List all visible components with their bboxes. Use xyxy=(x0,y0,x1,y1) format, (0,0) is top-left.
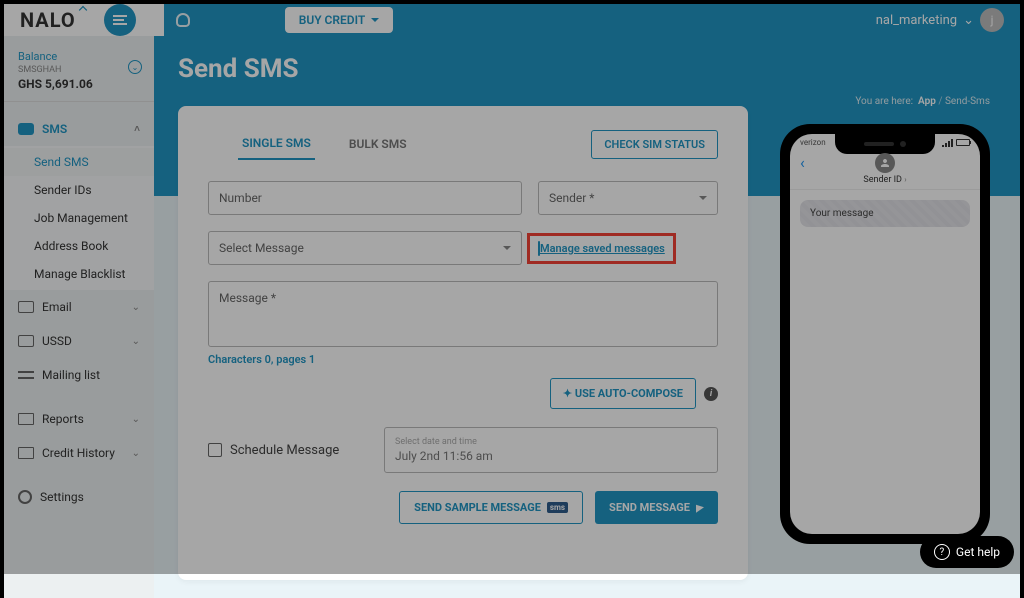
mail-icon xyxy=(18,301,34,313)
user-name: nal_marketing xyxy=(876,13,957,28)
sidebar-toggle-icon[interactable] xyxy=(104,4,136,36)
info-icon[interactable]: i xyxy=(704,387,718,401)
nav-address-book[interactable]: Address Book xyxy=(4,232,154,260)
chevron-up-icon: ˄ xyxy=(134,124,140,135)
balance-account: SMSGHAH xyxy=(18,65,140,75)
chevron-down-icon: ⌄ xyxy=(963,13,974,28)
chevron-right-icon: › xyxy=(904,175,906,184)
balance-widget: Balance SMSGHAH GHS 5,691.06 ⌄ xyxy=(4,46,154,102)
get-help-button[interactable]: ? Get help xyxy=(920,536,1014,568)
nav-sms-label: SMS xyxy=(42,122,67,136)
chevron-down-icon xyxy=(371,18,379,22)
phone-carrier: verizon xyxy=(800,138,826,147)
chat-icon xyxy=(18,123,34,135)
char-counter: Characters 0, pages 1 xyxy=(208,353,718,366)
nav-ussd-label: USSD xyxy=(42,334,72,348)
nav-send-sms[interactable]: Send SMS xyxy=(4,148,154,176)
page-title: Send SMS xyxy=(178,54,996,84)
check-sim-status-button[interactable]: CHECK SIM STATUS xyxy=(591,130,718,159)
schedule-checkbox[interactable] xyxy=(208,443,222,457)
chevron-down-icon: ⌄ xyxy=(132,302,140,313)
buy-credit-button[interactable]: BUY CREDIT xyxy=(285,7,394,33)
manage-saved-messages-link[interactable]: Manage saved messages xyxy=(540,242,665,255)
send-icon xyxy=(696,503,704,512)
brand-logo: NALO xyxy=(20,8,92,32)
gear-icon xyxy=(18,490,32,504)
nav-ussd[interactable]: USSD ⌄ xyxy=(4,324,154,358)
schedule-label: Schedule Message xyxy=(230,443,339,458)
breadcrumb: You are here: App / Send-Sms xyxy=(855,96,990,107)
select-message-dropdown[interactable]: Select Message xyxy=(208,231,522,265)
nav-settings-label: Settings xyxy=(40,490,84,504)
breadcrumb-leaf: Send-Sms xyxy=(945,96,990,107)
breadcrumb-app[interactable]: App xyxy=(918,96,936,107)
nav-reports[interactable]: Reports ⌄ xyxy=(4,402,154,436)
ussd-icon xyxy=(18,335,34,347)
nav-email[interactable]: Email ⌄ xyxy=(4,290,154,324)
phone-sender-label: Sender ID › xyxy=(790,175,980,185)
balance-label: Balance xyxy=(18,50,140,63)
history-icon xyxy=(18,447,34,459)
send-message-button[interactable]: SEND MESSAGE xyxy=(595,491,718,524)
send-sample-button[interactable]: SEND SAMPLE MESSAGE sms xyxy=(399,491,583,524)
brand-name: NALO xyxy=(20,8,76,32)
phone-header: ‹ Sender ID › xyxy=(790,147,980,190)
user-avatar: j xyxy=(980,8,1004,32)
sidebar: Balance SMSGHAH GHS 5,691.06 ⌄ SMS ˄ Sen… xyxy=(4,36,154,598)
sender-select[interactable]: Sender * xyxy=(538,181,718,215)
sms-badge-icon: sms xyxy=(547,502,568,513)
fullscreen-icon[interactable] xyxy=(148,12,164,28)
buy-credit-label: BUY CREDIT xyxy=(299,13,366,27)
list-icon xyxy=(18,371,34,379)
chevron-down-icon: ⌄ xyxy=(132,414,140,425)
balance-expand-icon[interactable]: ⌄ xyxy=(128,60,142,74)
phone-avatar-icon xyxy=(875,153,895,173)
tabs: SINGLE SMS BULK SMS CHECK SIM STATUS xyxy=(238,128,718,161)
sms-form-card: SINGLE SMS BULK SMS CHECK SIM STATUS Num… xyxy=(178,106,748,580)
tab-bulk-sms[interactable]: BULK SMS xyxy=(345,129,411,159)
signal-icon xyxy=(942,139,953,147)
schedule-datetime-input[interactable]: Select date and time July 2nd 11:56 am xyxy=(384,427,718,473)
phone-message-bubble: Your message xyxy=(800,200,970,227)
battery-icon xyxy=(956,139,970,146)
help-icon: ? xyxy=(934,544,950,560)
content-area: Send SMS You are here: App / Send-Sms SI… xyxy=(154,36,1020,598)
topbar: NALO BUY CREDIT nal_marketing ⌄ j xyxy=(4,4,1020,36)
auto-compose-button[interactable]: ✦ USE AUTO-COMPOSE xyxy=(550,378,696,409)
nav-email-label: Email xyxy=(42,300,72,314)
message-textarea[interactable]: Message * xyxy=(208,281,718,347)
chevron-down-icon: ⌄ xyxy=(132,336,140,347)
schedule-checkbox-wrap[interactable]: Schedule Message xyxy=(208,443,368,458)
nav-credit-label: Credit History xyxy=(42,446,115,460)
nav-mailing-list[interactable]: Mailing list xyxy=(4,358,154,392)
user-menu[interactable]: nal_marketing ⌄ j xyxy=(876,8,1004,32)
nav-mailing-label: Mailing list xyxy=(42,368,100,382)
nav-manage-blacklist[interactable]: Manage Blacklist xyxy=(4,260,154,288)
nav-job-management[interactable]: Job Management xyxy=(4,204,154,232)
number-input[interactable]: Number xyxy=(208,181,522,215)
balance-amount: GHS 5,691.06 xyxy=(18,77,140,91)
phone-back-icon[interactable]: ‹ xyxy=(800,153,805,172)
nav-settings[interactable]: Settings xyxy=(4,480,154,514)
tips-icon[interactable] xyxy=(176,13,190,27)
nav-sms-subitems: Send SMS Sender IDs Job Management Addre… xyxy=(4,146,154,290)
chevron-down-icon: ⌄ xyxy=(132,448,140,459)
tab-single-sms[interactable]: SINGLE SMS xyxy=(238,128,315,160)
report-icon xyxy=(18,413,34,425)
phone-preview: verizon ‹ Sender ID › xyxy=(780,124,990,544)
nav-reports-label: Reports xyxy=(42,412,84,426)
nav-sender-ids[interactable]: Sender IDs xyxy=(4,176,154,204)
highlight-annotation: Manage saved messages xyxy=(527,233,676,264)
get-help-label: Get help xyxy=(956,545,1000,559)
nav-sms[interactable]: SMS ˄ xyxy=(4,112,154,146)
nav-credit-history[interactable]: Credit History ⌄ xyxy=(4,436,154,470)
